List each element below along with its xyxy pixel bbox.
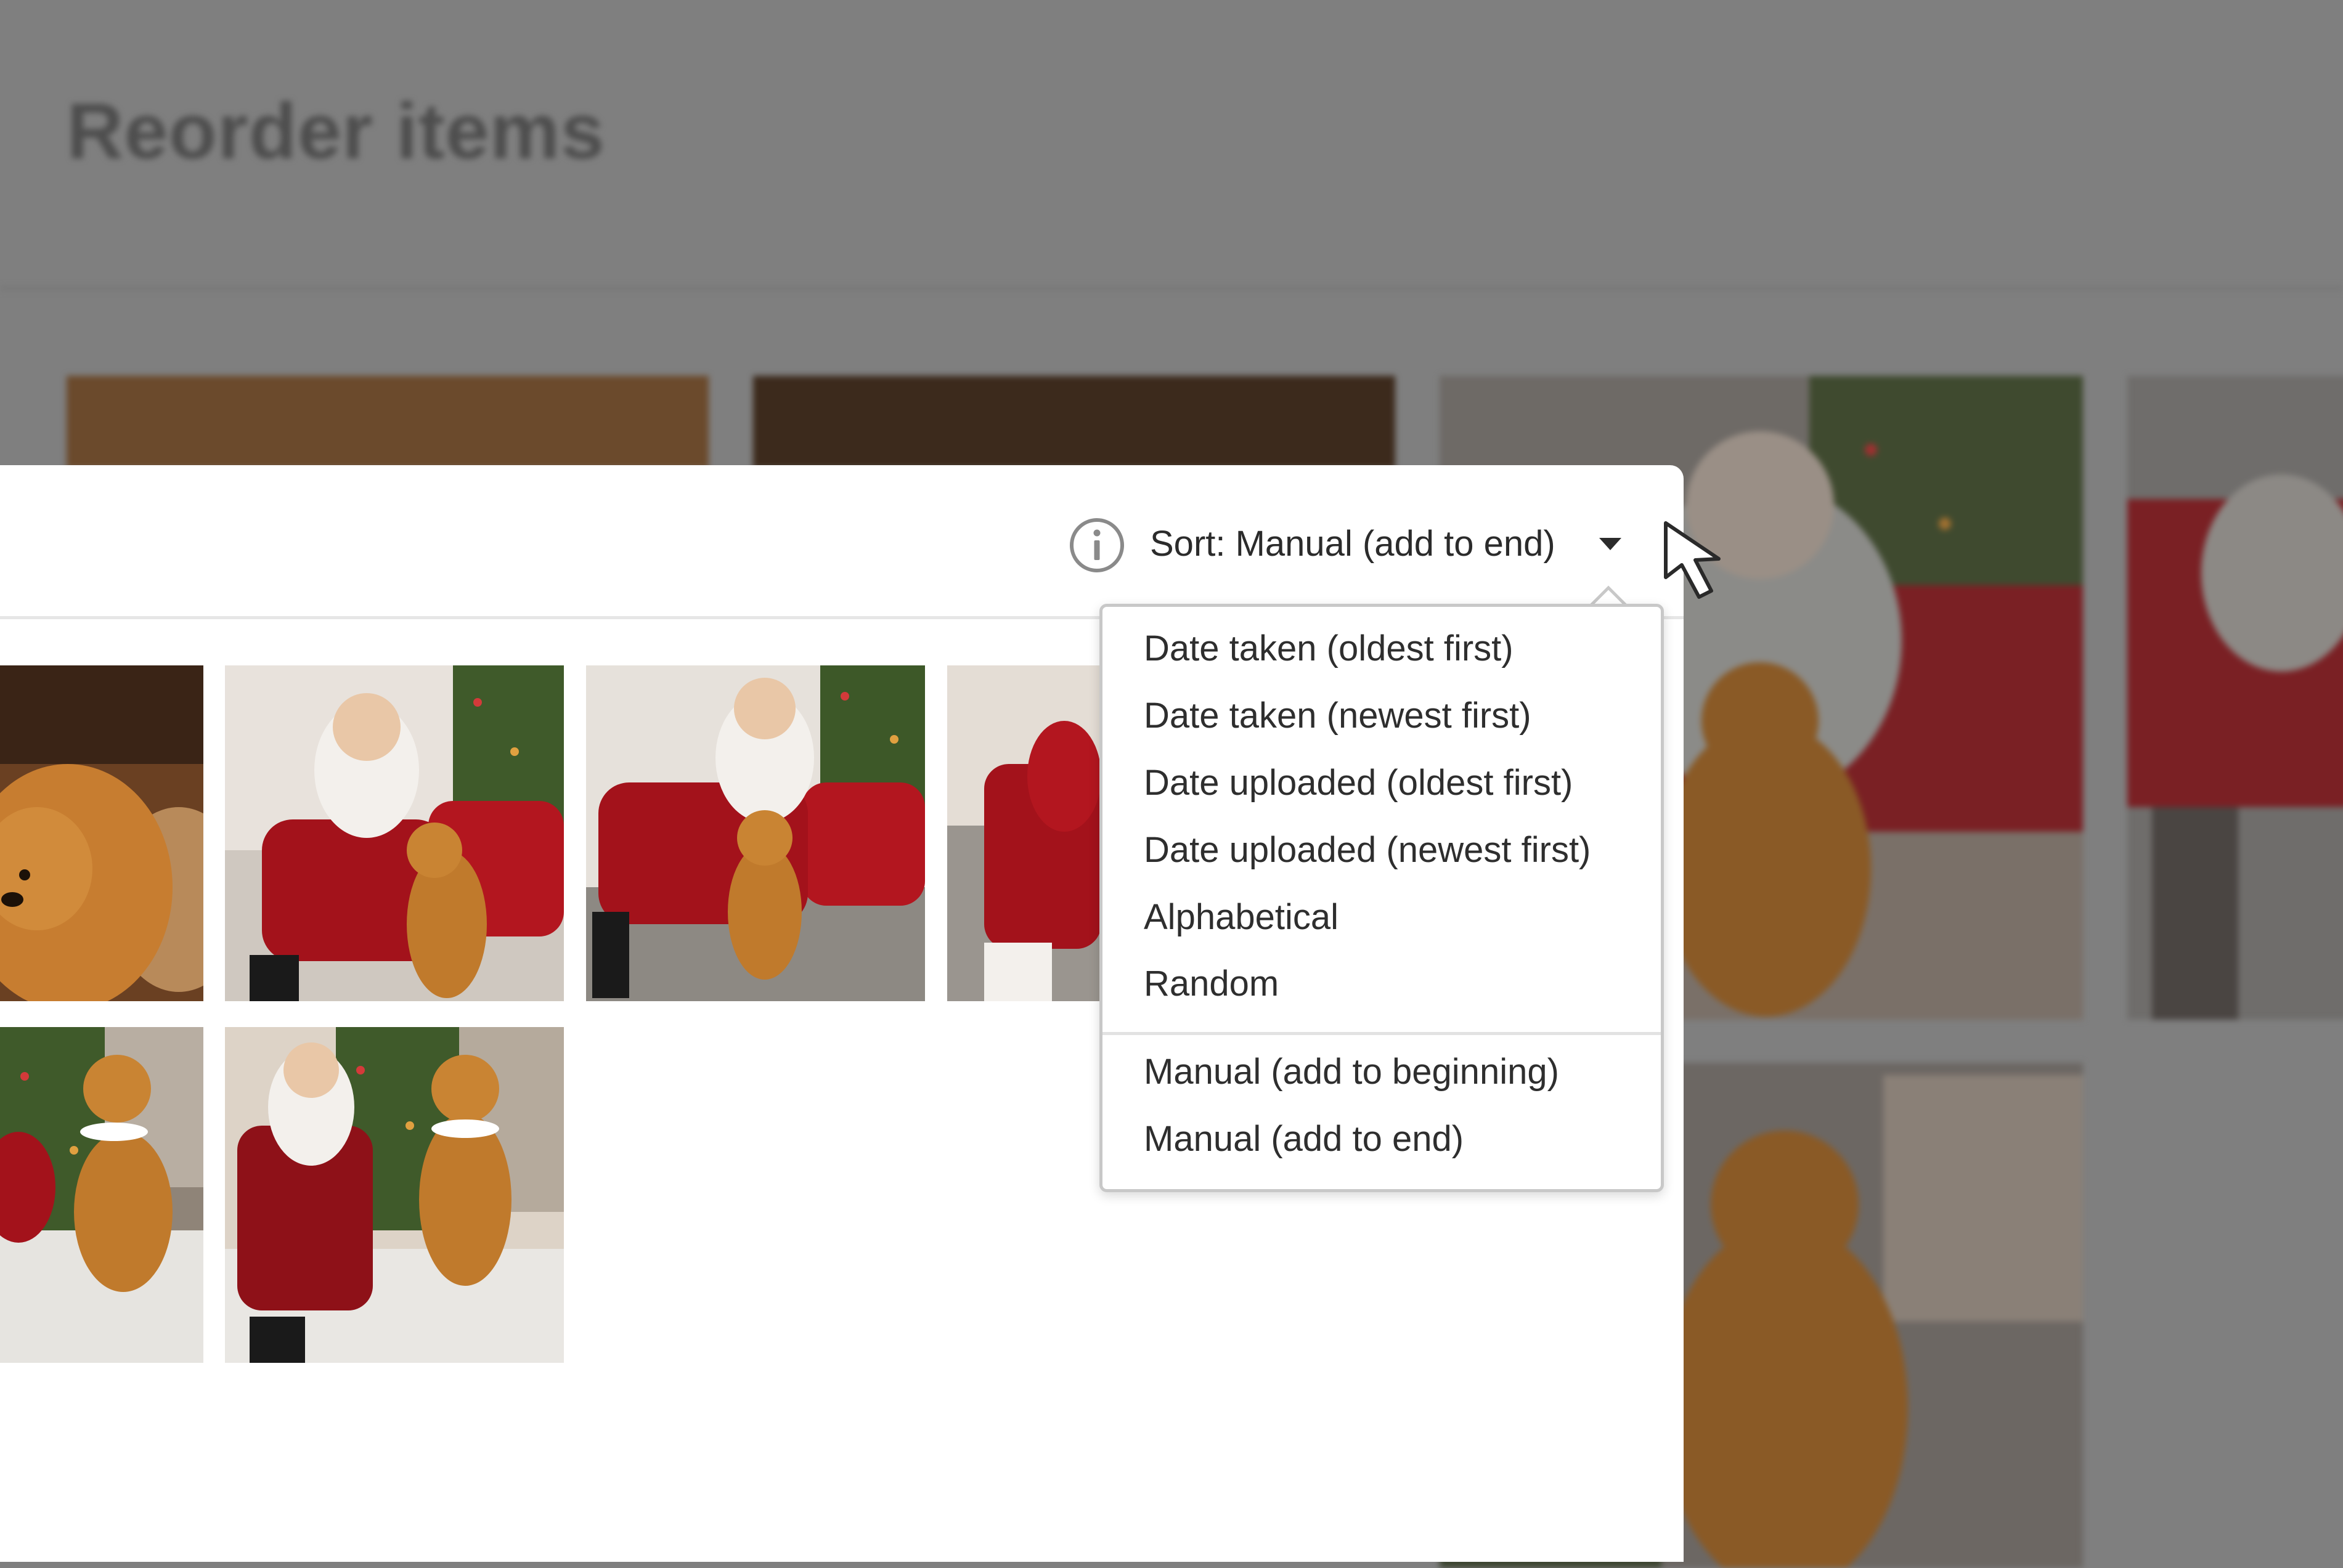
photo-thumbnail (67, 376, 709, 468)
menu-separator (1102, 1032, 1661, 1035)
sort-option-date-taken-oldest[interactable]: Date taken (oldest first) (1144, 624, 1514, 673)
sort-option-manual-beginning[interactable]: Manual (add to beginning) (1144, 1047, 1559, 1097)
sort-option-date-uploaded-oldest[interactable]: Date uploaded (oldest first) (1144, 758, 1573, 808)
sort-option-manual-end[interactable]: Manual (add to end) (1144, 1115, 1464, 1164)
sort-option-date-uploaded-newest[interactable]: Date uploaded (newest first) (1144, 826, 1591, 875)
photo-thumbnail[interactable] (947, 665, 1101, 1001)
caret-down-icon[interactable] (1598, 536, 1623, 552)
page-title: Reorder items (67, 87, 605, 176)
photo-thumbnail[interactable] (225, 1027, 564, 1363)
photo-thumbnail[interactable] (225, 665, 564, 1001)
sort-dropdown-button[interactable]: Sort: Manual (add to end) (1150, 519, 1555, 569)
sort-menu: Date taken (oldest first) Date taken (ne… (1099, 604, 1664, 1192)
photo-thumbnail[interactable] (0, 1027, 203, 1363)
photo-thumbnail[interactable] (586, 665, 925, 1001)
photo-thumbnail (753, 376, 1395, 468)
sort-option-alphabetical[interactable]: Alphabetical (1144, 893, 1339, 942)
photo-thumbnail[interactable] (0, 665, 203, 1001)
sort-option-random[interactable]: Random (1144, 959, 1279, 1009)
mouse-pointer-icon (1664, 521, 1721, 599)
info-circle-icon[interactable] (1068, 516, 1126, 574)
sort-option-date-taken-newest[interactable]: Date taken (newest first) (1144, 691, 1531, 741)
divider (0, 286, 2343, 290)
photo-thumbnail (2127, 376, 2343, 1020)
